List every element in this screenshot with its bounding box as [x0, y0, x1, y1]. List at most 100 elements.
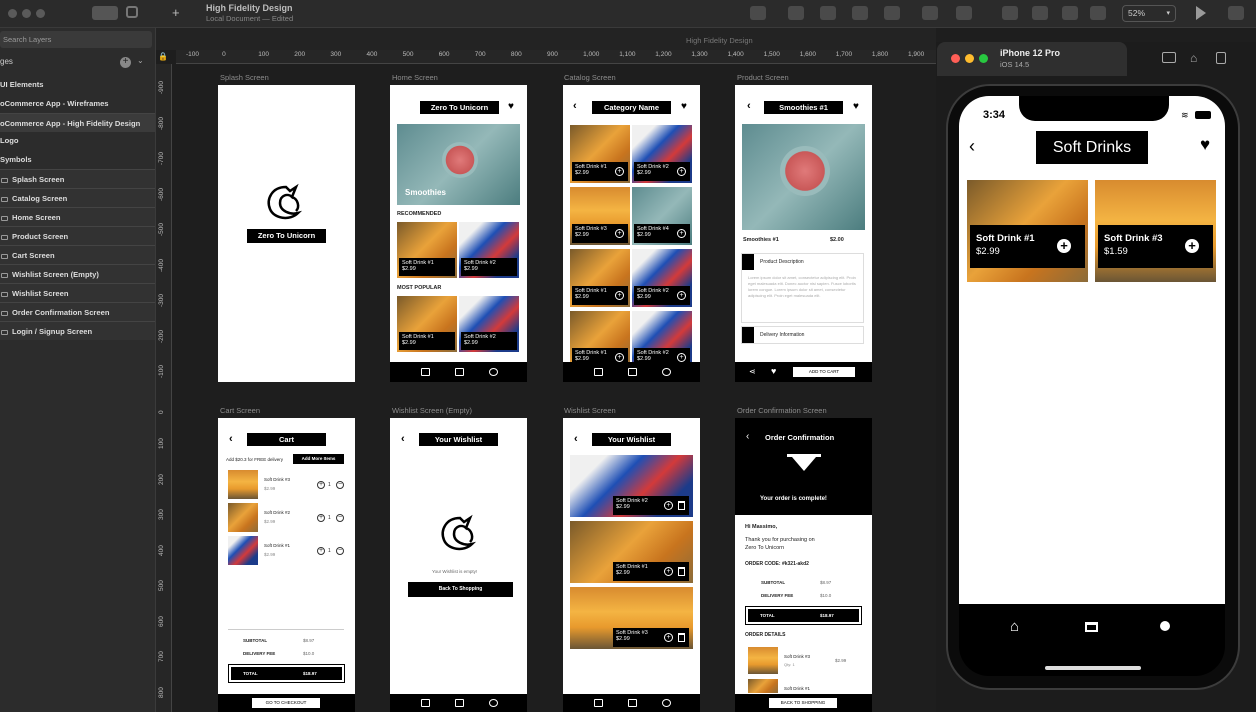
delivery-panel[interactable]: Delivery Information	[741, 326, 864, 344]
home-icon[interactable]	[594, 699, 603, 707]
artboard-order-confirmation[interactable]: ‹ Order Confirmation Your order is compl…	[735, 418, 872, 712]
product-tile[interactable]: Soft Drink #1 $2.99 +	[570, 521, 693, 583]
add-to-cart-icon[interactable]: +	[615, 353, 624, 362]
minimize-window-button[interactable]	[22, 9, 31, 18]
align-icon[interactable]	[788, 6, 804, 20]
artboard-label-home[interactable]: Home Screen	[392, 73, 438, 82]
user-icon[interactable]	[662, 368, 671, 376]
layer-item[interactable]: Order Confirmation Screen	[0, 302, 155, 321]
cart-icon[interactable]	[628, 699, 637, 707]
back-to-shopping-button[interactable]: BACK TO SHOPPING	[769, 698, 837, 708]
product-tile[interactable]: Soft Drink #1 $2.99 +	[570, 311, 630, 369]
add-to-cart-icon[interactable]: +	[615, 229, 624, 238]
cart-icon[interactable]	[455, 699, 464, 707]
add-to-cart-button[interactable]: ADD TO CART	[793, 367, 855, 377]
artboard-label-cart[interactable]: Cart Screen	[220, 406, 260, 415]
back-arrow-icon[interactable]: ‹	[229, 433, 233, 445]
back-arrow-icon[interactable]: ‹	[746, 431, 749, 442]
add-to-cart-icon[interactable]: +	[677, 353, 686, 362]
product-tile[interactable]: Soft Drink #2 $2.99 +	[570, 455, 693, 517]
trash-icon[interactable]	[678, 633, 685, 642]
close-window-button[interactable]	[951, 54, 960, 63]
product-tile[interactable]: Soft Drink #3 $2.99 +	[570, 587, 693, 649]
home-icon[interactable]	[594, 368, 603, 376]
artboard-wishlist-empty[interactable]: ‹ Your Wishlist Your Wishlist is empty! …	[390, 418, 527, 712]
share-icon[interactable]: ⋖	[749, 367, 756, 376]
product-tile[interactable]: Soft Drink #2 $2.99	[459, 222, 519, 278]
heart-icon[interactable]: ♥	[681, 101, 687, 112]
artboard-label-order[interactable]: Order Confirmation Screen	[737, 406, 827, 415]
back-arrow-icon[interactable]: ‹	[969, 136, 975, 157]
home-icon[interactable]	[421, 368, 430, 376]
increase-qty-icon[interactable]: +	[317, 481, 325, 489]
zoom-window-button[interactable]	[36, 9, 45, 18]
layer-item[interactable]: Login / Signup Screen	[0, 321, 155, 340]
cart-icon[interactable]	[1085, 622, 1098, 632]
product-tile[interactable]: Soft Drink #2 $2.99	[459, 296, 519, 352]
scale-icon[interactable]	[922, 6, 938, 20]
product-tile[interactable]: Soft Drink #1 $2.99	[397, 222, 457, 278]
product-tile[interactable]: Soft Drink #3 $2.99 +	[570, 187, 630, 245]
collapse-toggle-icon[interactable]	[742, 254, 754, 270]
sidebar-toggle-icon[interactable]	[92, 6, 118, 20]
boolean-icon[interactable]	[956, 6, 972, 20]
layer-item[interactable]: oCommerce App - High Fidelity Design	[0, 113, 155, 132]
cart-icon[interactable]	[455, 368, 464, 376]
product-tile[interactable]: Soft Drink #3 $1.59 +	[1095, 180, 1216, 282]
add-to-cart-icon[interactable]: +	[664, 501, 673, 510]
layer-item[interactable]: Wishlist Screen	[0, 283, 155, 302]
product-tile[interactable]: Soft Drink #2 $2.99 +	[632, 311, 692, 369]
rotate-icon[interactable]	[1216, 52, 1226, 64]
home-icon[interactable]: ⌂	[1010, 618, 1019, 635]
frame-icon[interactable]	[852, 6, 868, 20]
layer-item[interactable]: oCommerce App - Wireframes	[0, 94, 155, 113]
product-tile[interactable]: Soft Drink #4 $2.99 +	[632, 187, 692, 245]
insert-icon[interactable]: +	[172, 5, 180, 20]
product-tile[interactable]: Soft Drink #2 $2.99 +	[632, 125, 692, 183]
layer-search-input[interactable]: Search Layers	[0, 31, 152, 48]
back-arrow-icon[interactable]: ‹	[401, 433, 405, 445]
description-panel[interactable]: Product Description Lorem ipsum dolor si…	[741, 253, 864, 323]
play-icon[interactable]	[1196, 6, 1206, 20]
add-to-cart-icon[interactable]: +	[1185, 239, 1199, 253]
product-tile[interactable]: Soft Drink #1 $2.99 +	[570, 125, 630, 183]
artboard-home[interactable]: Zero To Unicorn ♥ Smoothies RECOMMENDED …	[390, 85, 527, 382]
mask-icon[interactable]	[884, 6, 900, 20]
artboard-label-catalog[interactable]: Catalog Screen	[564, 73, 616, 82]
decrease-qty-icon[interactable]: −	[336, 481, 344, 489]
layer-item[interactable]: Product Screen	[0, 226, 155, 245]
add-to-cart-icon[interactable]: +	[1057, 239, 1071, 253]
layer-item[interactable]: Catalog Screen	[0, 188, 155, 207]
heart-icon[interactable]: ♥	[853, 101, 859, 112]
back-to-shopping-button[interactable]: Back To Shopping	[408, 582, 513, 597]
product-tile[interactable]: Soft Drink #2 $2.99 +	[632, 249, 692, 307]
add-to-cart-icon[interactable]: +	[677, 291, 686, 300]
add-more-items-button[interactable]: Add More Items	[293, 454, 344, 464]
layer-item[interactable]: Cart Screen	[0, 245, 155, 264]
hero-image[interactable]: Smoothies	[397, 124, 520, 205]
zoom-select[interactable]: 52% ▾	[1122, 5, 1176, 22]
lock-icon[interactable]: 🔒	[158, 52, 170, 64]
add-page-icon[interactable]: +	[120, 57, 131, 68]
product-tile[interactable]: Soft Drink #1 $2.99 +	[967, 180, 1088, 282]
subtract-icon[interactable]	[1032, 6, 1048, 20]
artboard-splash[interactable]: Zero To Unicorn	[218, 85, 355, 382]
artboard-product[interactable]: ‹ Smoothies #1 ♥ Smoothies #1 $2.00 Prod…	[735, 85, 872, 382]
trash-icon[interactable]	[678, 501, 685, 510]
layer-item[interactable]: Symbols	[0, 150, 155, 169]
artboard-catalog[interactable]: ‹ Category Name ♥ Soft Drink #1 $2.99 + Sof…	[563, 85, 700, 382]
artboard-label-product[interactable]: Product Screen	[737, 73, 789, 82]
increase-qty-icon[interactable]: +	[317, 547, 325, 555]
layer-item[interactable]: Logo	[0, 131, 155, 150]
layer-item[interactable]: Home Screen	[0, 207, 155, 226]
go-to-checkout-button[interactable]: GO TO CHECKOUT	[252, 698, 320, 708]
heart-icon[interactable]: ♥	[771, 366, 776, 376]
add-to-cart-icon[interactable]: +	[677, 167, 686, 176]
expand-toggle-icon[interactable]	[742, 327, 754, 343]
distribute-icon[interactable]	[820, 6, 836, 20]
decrease-qty-icon[interactable]: −	[336, 514, 344, 522]
artboard-label-splash[interactable]: Splash Screen	[220, 73, 269, 82]
zoom-window-button[interactable]	[979, 54, 988, 63]
home-button-icon[interactable]: ⌂	[1190, 51, 1197, 65]
cart-icon[interactable]	[628, 368, 637, 376]
